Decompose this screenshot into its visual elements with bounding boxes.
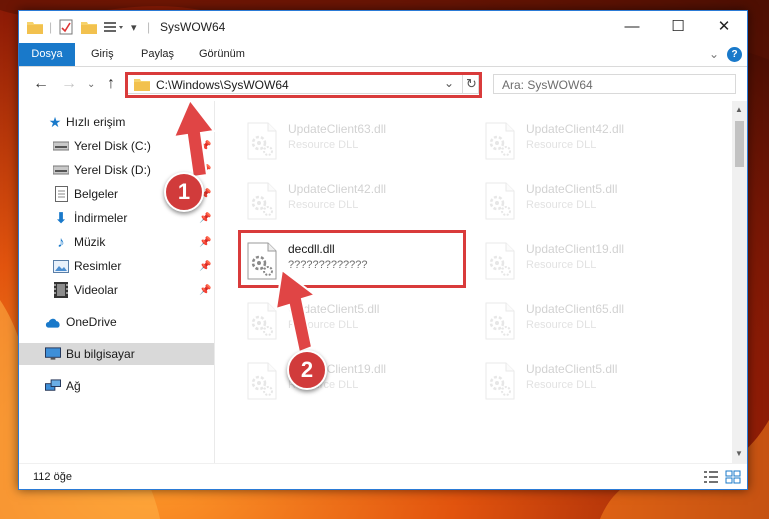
file-item[interactable]: UpdateClient19.dll Resource DLL bbox=[476, 237, 701, 285]
sidebar-item-quick-access[interactable]: ★ Hızlı erişim bbox=[19, 111, 214, 133]
file-item[interactable]: UpdateClient5.dll Resource DLL bbox=[476, 177, 701, 225]
properties-icon[interactable] bbox=[59, 19, 73, 35]
sidebar-item-network[interactable]: Ağ bbox=[19, 375, 214, 397]
separator: | bbox=[147, 20, 151, 34]
details-view-icon[interactable] bbox=[703, 470, 719, 484]
step-2-badge: 2 bbox=[287, 350, 327, 390]
network-icon bbox=[45, 378, 61, 394]
sidebar-item-videos[interactable]: Videolar 📌 bbox=[19, 279, 214, 301]
expand-ribbon-chevron-icon[interactable]: ⌄ bbox=[709, 43, 719, 66]
dll-file-icon bbox=[485, 362, 515, 400]
file-description: Resource DLL bbox=[526, 199, 597, 211]
pin-icon[interactable]: 📌 bbox=[199, 141, 211, 152]
drive-icon bbox=[53, 162, 69, 178]
file-name: UpdateClient5.dll bbox=[526, 182, 618, 196]
separator: | bbox=[49, 20, 53, 34]
tab-paylas[interactable]: Paylaş bbox=[141, 43, 174, 66]
chevron-down-icon[interactable]: ▾ bbox=[131, 19, 137, 35]
file-name: UpdateClient5.dll bbox=[288, 302, 380, 316]
pin-icon[interactable]: 📌 bbox=[199, 285, 211, 296]
sidebar-item-disk-c[interactable]: Yerel Disk (C:) 📌 bbox=[19, 135, 214, 157]
item-count: 112 öğe bbox=[33, 471, 72, 483]
file-description: Resource DLL bbox=[288, 139, 359, 151]
recent-chevron-icon[interactable]: ⌄ bbox=[87, 79, 95, 90]
up-arrow-icon[interactable]: ↑ bbox=[107, 75, 115, 93]
customize-toolbar-icon[interactable] bbox=[103, 19, 127, 35]
music-icon: ♪ bbox=[57, 233, 65, 251]
dll-file-icon bbox=[485, 302, 515, 340]
file-item[interactable]: UpdateClient42.dll Resource DLL bbox=[238, 177, 463, 225]
sidebar-item-pictures[interactable]: Resimler 📌 bbox=[19, 255, 214, 277]
file-description: Resource DLL bbox=[526, 319, 597, 331]
file-item[interactable]: UpdateClient5.dll Resource DLL bbox=[476, 357, 701, 405]
dll-file-icon bbox=[247, 362, 277, 400]
sidebar-item-this-pc[interactable]: Bu bilgisayar bbox=[19, 343, 214, 365]
file-name: UpdateClient65.dll bbox=[526, 302, 625, 316]
maximize-button[interactable]: ☐ bbox=[655, 11, 701, 41]
window-title: SysWOW64 bbox=[160, 20, 226, 34]
cloud-icon bbox=[45, 314, 61, 330]
tab-giris[interactable]: Giriş bbox=[91, 43, 114, 66]
tab-dosya[interactable]: Dosya bbox=[19, 43, 75, 66]
ribbon-tabs: Dosya Giriş Paylaş Görünüm ⌄ ? bbox=[19, 43, 747, 67]
status-bar: 112 öğe bbox=[19, 463, 747, 489]
dll-file-icon bbox=[247, 302, 277, 340]
file-highlight bbox=[238, 230, 466, 288]
file-description: Resource DLL bbox=[288, 199, 359, 211]
file-description: Resource DLL bbox=[526, 139, 597, 151]
search-placeholder: Ara: SysWOW64 bbox=[502, 78, 593, 92]
navigation-pane: ★ Hızlı erişim Yerel Disk (C:) 📌 Yerel D… bbox=[19, 101, 215, 463]
file-name: UpdateClient42.dll bbox=[526, 122, 625, 136]
step-1-badge: 1 bbox=[164, 172, 204, 212]
minimize-button[interactable]: — bbox=[609, 11, 655, 41]
file-name: UpdateClient19.dll bbox=[526, 242, 625, 256]
close-button[interactable]: ✕ bbox=[701, 11, 747, 41]
downloads-icon: ⬇ bbox=[54, 210, 68, 227]
drive-icon bbox=[53, 138, 69, 154]
file-description: Resource DLL bbox=[288, 319, 359, 331]
pin-icon[interactable]: 📌 bbox=[199, 237, 211, 248]
tab-gorunum[interactable]: Görünüm bbox=[199, 43, 245, 66]
back-arrow-icon[interactable]: ← bbox=[33, 75, 49, 93]
scroll-up-icon[interactable]: ▲ bbox=[735, 105, 743, 114]
scrollbar-thumb[interactable] bbox=[735, 121, 744, 167]
file-explorer-window: | ▾ | SysWOW64 — ☐ ✕ Dosya Giriş Paylaş … bbox=[18, 10, 748, 490]
documents-icon bbox=[53, 186, 69, 202]
vertical-scrollbar[interactable]: ▲ ▼ bbox=[732, 101, 747, 463]
title-bar: | ▾ | SysWOW64 — ☐ ✕ bbox=[19, 11, 747, 43]
new-folder-icon[interactable] bbox=[81, 19, 97, 35]
videos-icon bbox=[53, 282, 69, 298]
forward-arrow-icon[interactable]: → bbox=[61, 75, 77, 93]
sidebar-item-music[interactable]: ♪ Müzik 📌 bbox=[19, 231, 214, 253]
file-item[interactable]: UpdateClient19.dll Resource DLL bbox=[238, 357, 463, 405]
dll-file-icon bbox=[247, 182, 277, 220]
dll-file-icon bbox=[247, 122, 277, 160]
folder-icon bbox=[27, 19, 43, 35]
pin-icon[interactable]: 📌 bbox=[199, 261, 211, 272]
large-icons-view-icon[interactable] bbox=[725, 470, 741, 484]
file-name: UpdateClient63.dll bbox=[288, 122, 387, 136]
file-item[interactable]: UpdateClient5.dll Resource DLL bbox=[238, 297, 463, 345]
file-item[interactable]: UpdateClient65.dll Resource DLL bbox=[476, 297, 701, 345]
file-item[interactable]: UpdateClient63.dll Resource DLL bbox=[238, 117, 463, 165]
file-item[interactable]: UpdateClient42.dll Resource DLL bbox=[476, 117, 701, 165]
computer-icon bbox=[45, 346, 61, 362]
pictures-icon bbox=[53, 258, 69, 274]
file-name: UpdateClient5.dll bbox=[526, 362, 618, 376]
scroll-down-icon[interactable]: ▼ bbox=[735, 449, 743, 458]
file-description: Resource DLL bbox=[526, 379, 597, 391]
address-bar-highlight bbox=[125, 72, 482, 98]
file-name: UpdateClient42.dll bbox=[288, 182, 387, 196]
pin-icon[interactable]: 📌 bbox=[199, 165, 211, 176]
search-input[interactable]: Ara: SysWOW64 bbox=[493, 74, 736, 94]
help-button[interactable]: ? bbox=[727, 47, 742, 62]
star-icon: ★ bbox=[48, 113, 62, 130]
pin-icon[interactable]: 📌 bbox=[199, 213, 211, 224]
file-description: Resource DLL bbox=[526, 259, 597, 271]
dll-file-icon bbox=[485, 242, 515, 280]
dll-file-icon bbox=[485, 122, 515, 160]
dll-file-icon bbox=[485, 182, 515, 220]
sidebar-item-onedrive[interactable]: OneDrive bbox=[19, 311, 214, 333]
